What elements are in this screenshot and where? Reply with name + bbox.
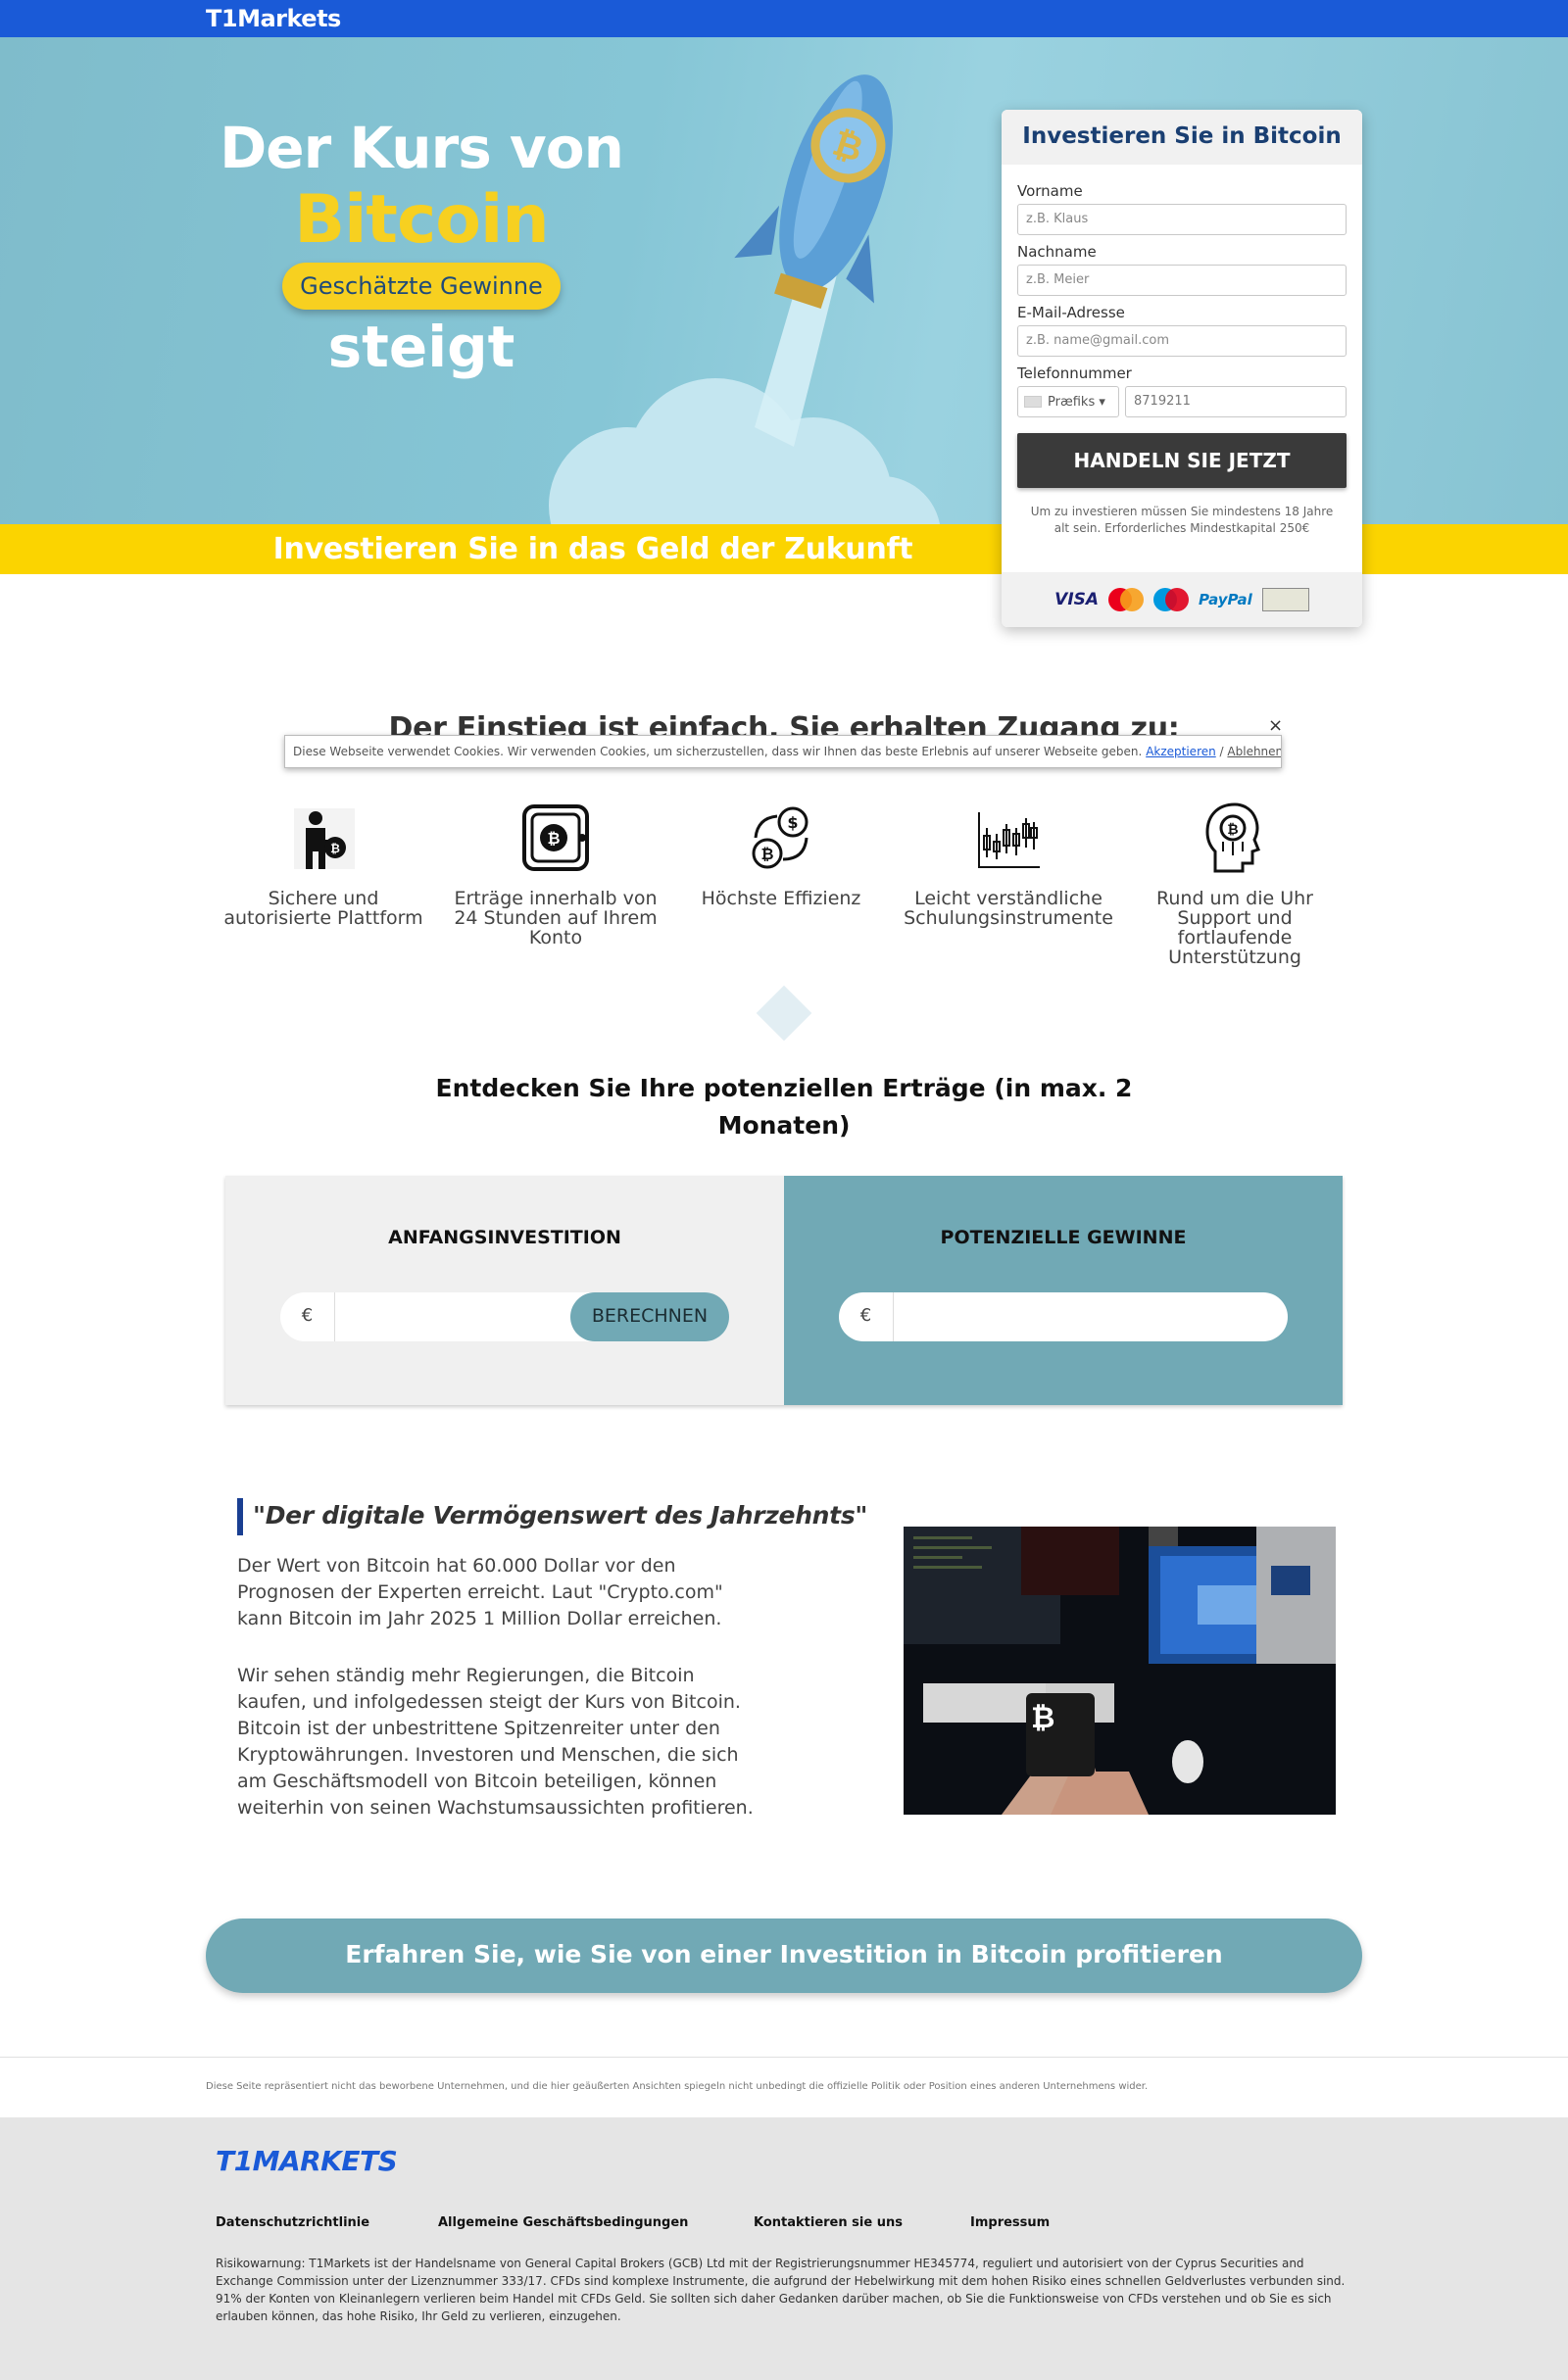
form-title: Investieren Sie in Bitcoin <box>1002 110 1362 165</box>
head-bitcoin-icon: ₿ <box>1205 802 1260 873</box>
profit-panel: POTENZIELLE GEWINNE € <box>784 1176 1343 1405</box>
features-row: ₿ Sichere und autorisierte Plattform ₿ E… <box>216 799 1352 985</box>
form-note: Um zu investieren müssen Sie mindestens … <box>1030 505 1334 535</box>
feature-item: ₿ Erträge innerhalb von 24 Stunden auf I… <box>448 799 663 947</box>
wire-transfer-icon <box>1261 588 1309 611</box>
estimated-gains-badge: Geschätzte Gewinne <box>282 263 561 310</box>
first-name-input[interactable]: z.B. Klaus <box>1017 204 1347 235</box>
calculator-title: Entdecken Sie Ihre potenziellen Erträge … <box>435 1074 1133 1140</box>
feature-label: Rund um die Uhr Support und fortlaufende… <box>1156 888 1313 968</box>
contact-link[interactable]: Kontaktieren sie uns <box>754 2215 903 2230</box>
cookie-banner: Diese Webseite verwendet Cookies. Wir ve… <box>284 735 1282 768</box>
feature-label: Sichere und autorisierte Plattform <box>223 888 423 929</box>
trade-now-button[interactable]: HANDELN SIE JETZT <box>1017 433 1347 488</box>
candlestick-chart-icon <box>978 812 1040 868</box>
hero-line-2: Bitcoin <box>294 181 549 259</box>
last-name-label: Nachname <box>1017 243 1097 261</box>
feature-item: $ ₿ Höchste Effizienz <box>673 799 889 908</box>
euro-sign: € <box>839 1292 894 1341</box>
cookie-accept-link[interactable]: Akzeptieren <box>1146 745 1216 758</box>
quote-title: "Der digitale Vermögenswert des Jahrzehn… <box>253 1501 868 1530</box>
paypal-icon: PayPal <box>1199 591 1252 608</box>
top-bar: T1Markets <box>0 0 1568 37</box>
svg-text:$: $ <box>787 813 798 832</box>
investment-input[interactable]: € BERECHNEN <box>280 1292 729 1341</box>
last-name-input[interactable]: z.B. Meier <box>1017 265 1347 296</box>
bitcoin-safe-icon: ₿ <box>522 804 589 871</box>
svg-text:₿: ₿ <box>330 842 340 855</box>
feature-label: Leicht verständliche Schulungsinstrument… <box>904 888 1113 929</box>
quote-paragraph-1: Der Wert von Bitcoin hat 60.000 Dollar v… <box>237 1555 723 1629</box>
feature-item: ₿ Sichere und autorisierte Plattform <box>216 799 431 928</box>
imprint-link[interactable]: Impressum <box>970 2215 1050 2230</box>
hero-line-3: steigt <box>327 314 515 380</box>
learn-more-cta[interactable]: Erfahren Sie, wie Sie von einer Investit… <box>206 1919 1362 1993</box>
mastercard-icon <box>1108 588 1145 611</box>
terms-link[interactable]: Allgemeine Geschäftsbedingungen <box>438 2215 688 2230</box>
decorative-diamond <box>756 985 812 1042</box>
cookie-text: Diese Webseite verwendet Cookies. Wir ve… <box>293 745 1143 758</box>
feature-item: Leicht verständliche Schulungsinstrument… <box>901 799 1116 928</box>
calculate-button[interactable]: BERECHNEN <box>570 1292 729 1341</box>
profit-calculator: ANFANGSINVESTITION € BERECHNEN POTENZIEL… <box>225 1176 1343 1405</box>
hero-headline: Der Kurs von Bitcoin Geschätzte Gewinne … <box>196 114 647 382</box>
phone-label: Telefonnummer <box>1017 364 1132 382</box>
cookie-decline-link[interactable]: Ablehnen <box>1227 745 1281 758</box>
profit-output: € <box>839 1292 1288 1341</box>
banner-text: Investieren Sie in das Geld der Zukunft <box>272 532 913 566</box>
payment-methods: VISA PayPal <box>1002 572 1362 627</box>
hero-line-1: Der Kurs von <box>220 115 624 181</box>
email-input[interactable]: z.B. name@gmail.com <box>1017 325 1347 357</box>
flag-icon <box>1024 396 1042 408</box>
investment-panel: ANFANGSINVESTITION € BERECHNEN <box>225 1176 784 1405</box>
profit-heading: POTENZIELLE GEWINNE <box>940 1227 1187 1248</box>
maestro-icon <box>1153 588 1190 611</box>
signup-form: Investieren Sie in Bitcoin Vorname z.B. … <box>1002 110 1362 627</box>
exchange-icon: $ ₿ <box>752 806 808 869</box>
quote-paragraph-2: Wir sehen ständig mehr Regierungen, die … <box>237 1665 754 1819</box>
prefix-label: Præfiks ▾ <box>1048 394 1105 410</box>
svg-text:₿: ₿ <box>1031 1701 1054 1735</box>
footer-logo[interactable]: T1MARKETS <box>216 2145 398 2177</box>
email-label: E-Mail-Adresse <box>1017 304 1125 321</box>
footer: T1MARKETS Datenschutzrichtlinie Allgemei… <box>0 2117 1568 2380</box>
svg-text:₿: ₿ <box>1227 822 1238 838</box>
divider <box>0 2057 1568 2058</box>
cookie-close-icon[interactable]: × <box>1268 715 1283 736</box>
brand-logo[interactable]: T1Markets <box>206 5 341 32</box>
feature-item: ₿ Rund um die Uhr Support und fortlaufen… <box>1127 799 1343 967</box>
investment-heading: ANFANGSINVESTITION <box>388 1227 621 1248</box>
person-bitcoin-icon: ₿ <box>294 808 355 869</box>
euro-sign: € <box>280 1292 335 1341</box>
phone-prefix-select[interactable]: Præfiks ▾ <box>1017 386 1119 417</box>
feature-label: Höchste Effizienz <box>701 888 861 909</box>
privacy-policy-link[interactable]: Datenschutzrichtlinie <box>216 2215 369 2230</box>
quote-accent-bar <box>237 1498 243 1535</box>
visa-icon: VISA <box>1054 590 1100 609</box>
svg-text:₿: ₿ <box>547 829 560 848</box>
phone-input[interactable]: 8719211 <box>1125 386 1347 417</box>
cookie-separator: / <box>1215 745 1228 758</box>
first-name-label: Vorname <box>1017 182 1083 200</box>
risk-warning: Risikowarnung: T1Markets ist der Handels… <box>216 2257 1346 2323</box>
feature-label: Erträge innerhalb von 24 Stunden auf Ihr… <box>454 888 658 948</box>
trading-desk-photo: ₿ <box>904 1527 1336 1815</box>
disclaimer-text: Diese Seite repräsentiert nicht das bewo… <box>206 2081 1149 2092</box>
svg-text:₿: ₿ <box>760 845 773 863</box>
